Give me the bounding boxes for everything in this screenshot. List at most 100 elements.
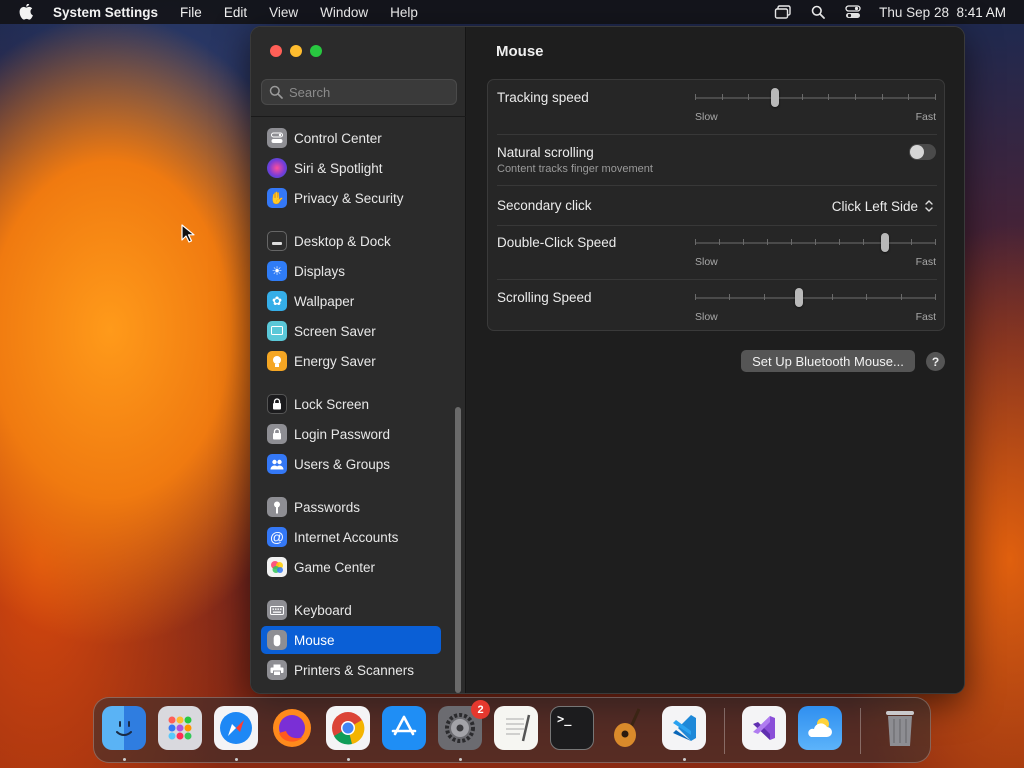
dock-separator xyxy=(724,708,725,754)
slider-tick xyxy=(866,294,867,300)
search-input[interactable] xyxy=(289,84,449,100)
slider-tick xyxy=(935,94,936,100)
slider-tick xyxy=(901,294,902,300)
lock-icon xyxy=(267,394,287,414)
sidebar-item-label: Desktop & Dock xyxy=(294,233,391,249)
view-menu[interactable]: View xyxy=(269,5,298,20)
hand-icon: ✋ xyxy=(267,188,287,208)
bulb-icon xyxy=(267,351,287,371)
sidebar-item-label: Keyboard xyxy=(294,602,352,618)
window-menu[interactable]: Window xyxy=(320,5,368,20)
sidebar-item-privacy-security[interactable]: ✋ Privacy & Security xyxy=(261,184,441,212)
window-controls xyxy=(270,45,322,57)
row-separator xyxy=(497,185,937,186)
sidebar-item-game-center[interactable]: Game Center xyxy=(261,553,441,581)
sidebar-item-mouse[interactable]: Mouse xyxy=(261,626,441,654)
slider-tick xyxy=(729,294,730,300)
double-click-speed-label: Double-Click Speed xyxy=(497,235,617,250)
page-title: Mouse xyxy=(496,43,544,60)
zoom-button[interactable] xyxy=(310,45,322,57)
garageband-icon[interactable] xyxy=(606,706,650,750)
help-button[interactable]: ? xyxy=(926,352,945,371)
sidebar-item-users-groups[interactable]: Users & Groups xyxy=(261,450,441,478)
help-menu[interactable]: Help xyxy=(390,5,418,20)
chrome-icon[interactable] xyxy=(326,706,370,750)
slider-tick xyxy=(815,239,816,245)
slider-min-label: Slow xyxy=(695,256,718,268)
app-menu[interactable]: System Settings xyxy=(53,5,158,20)
running-indicator xyxy=(459,758,462,761)
scrolling-speed-slider[interactable]: Slow Fast xyxy=(695,288,936,323)
notification-badge: 2 xyxy=(471,700,490,719)
users-icon xyxy=(267,454,287,474)
sidebar-item-desktop-dock[interactable]: Desktop & Dock xyxy=(261,227,441,255)
file-menu[interactable]: File xyxy=(180,5,202,20)
textedit-icon[interactable] xyxy=(494,706,538,750)
spotlight-icon[interactable] xyxy=(809,4,827,20)
secondary-click-label: Secondary click xyxy=(497,198,592,213)
slider-thumb[interactable] xyxy=(771,88,779,107)
close-button[interactable] xyxy=(270,45,282,57)
trash-icon[interactable] xyxy=(878,706,922,750)
slider-tick xyxy=(855,94,856,100)
tracking-speed-slider[interactable]: Slow Fast xyxy=(695,88,936,123)
sidebar-item-screen-saver[interactable]: Screen Saver xyxy=(261,317,441,345)
sidebar-item-siri-spotlight[interactable]: Siri & Spotlight xyxy=(261,154,441,182)
firefox-icon[interactable] xyxy=(270,706,314,750)
slider-tick xyxy=(695,94,696,100)
sidebar-item-label: Users & Groups xyxy=(294,456,391,472)
sidebar-item-displays[interactable]: ☀ Displays xyxy=(261,257,441,285)
natural-scrolling-label: Natural scrolling xyxy=(497,145,594,160)
tracking-speed-label: Tracking speed xyxy=(497,90,589,105)
slider-min-label: Slow xyxy=(695,311,718,323)
slider-tick xyxy=(839,239,840,245)
terminal-icon[interactable]: >_ xyxy=(550,706,594,750)
game-center-icon xyxy=(267,557,287,577)
sun-icon: ☀ xyxy=(267,261,287,281)
search-field[interactable] xyxy=(261,79,457,105)
set-up-bluetooth-mouse-button[interactable]: Set Up Bluetooth Mouse... xyxy=(741,350,915,372)
control-center-icon[interactable] xyxy=(844,4,862,20)
minimize-button[interactable] xyxy=(290,45,302,57)
control-center-icon xyxy=(267,128,287,148)
menu-bar-clock[interactable]: Thu Sep 28 8:41 AM xyxy=(879,5,1006,20)
sidebar-item-label: Displays xyxy=(294,263,346,279)
sidebar-item-internet-accounts[interactable]: @ Internet Accounts xyxy=(261,523,441,551)
apple-menu-icon[interactable] xyxy=(19,4,35,20)
sidebar-item-printers-scanners[interactable]: Printers & Scanners xyxy=(261,656,441,684)
natural-scrolling-toggle[interactable] xyxy=(909,144,936,160)
dock-icon xyxy=(267,231,287,251)
sidebar-item-passwords[interactable]: Passwords xyxy=(261,493,441,521)
visual-studio-icon[interactable] xyxy=(742,706,786,750)
sidebar-scrollbar[interactable] xyxy=(455,407,461,693)
slider-max-label: Fast xyxy=(915,256,936,268)
sidebar-item-label: Privacy & Security xyxy=(294,190,404,206)
weather-icon[interactable] xyxy=(798,706,842,750)
edit-menu[interactable]: Edit xyxy=(224,5,247,20)
scrolling-speed-label: Scrolling Speed xyxy=(497,290,592,305)
sidebar-item-login-password[interactable]: Login Password xyxy=(261,420,441,448)
launchpad-icon[interactable] xyxy=(158,706,202,750)
sidebar-item-wallpaper[interactable]: ✿ Wallpaper xyxy=(261,287,441,315)
sidebar-item-lock-screen[interactable]: Lock Screen xyxy=(261,390,441,418)
slider-tick xyxy=(908,94,909,100)
row-separator xyxy=(497,134,937,135)
double-click-speed-slider[interactable]: Slow Fast xyxy=(695,233,936,268)
system-settings-icon[interactable]: 2 xyxy=(438,700,490,750)
slider-thumb[interactable] xyxy=(795,288,803,307)
app-store-icon[interactable] xyxy=(382,706,426,750)
sidebar-item-keyboard[interactable]: Keyboard xyxy=(261,596,441,624)
finder-icon[interactable] xyxy=(102,706,146,750)
secondary-click-popup[interactable]: Click Left Side xyxy=(832,195,934,217)
vscode-icon[interactable] xyxy=(662,706,706,750)
sidebar-item-control-center[interactable]: Control Center xyxy=(261,124,441,152)
sidebar-item-label: Lock Screen xyxy=(294,396,370,412)
slider-tick xyxy=(695,239,696,245)
screen-mirroring-icon[interactable] xyxy=(774,4,792,20)
sidebar-item-energy-saver[interactable]: Energy Saver xyxy=(261,347,441,375)
safari-icon[interactable] xyxy=(214,706,258,750)
slider-tick xyxy=(743,239,744,245)
dock-separator xyxy=(860,708,861,754)
slider-thumb[interactable] xyxy=(881,233,889,252)
slider-tick xyxy=(828,94,829,100)
